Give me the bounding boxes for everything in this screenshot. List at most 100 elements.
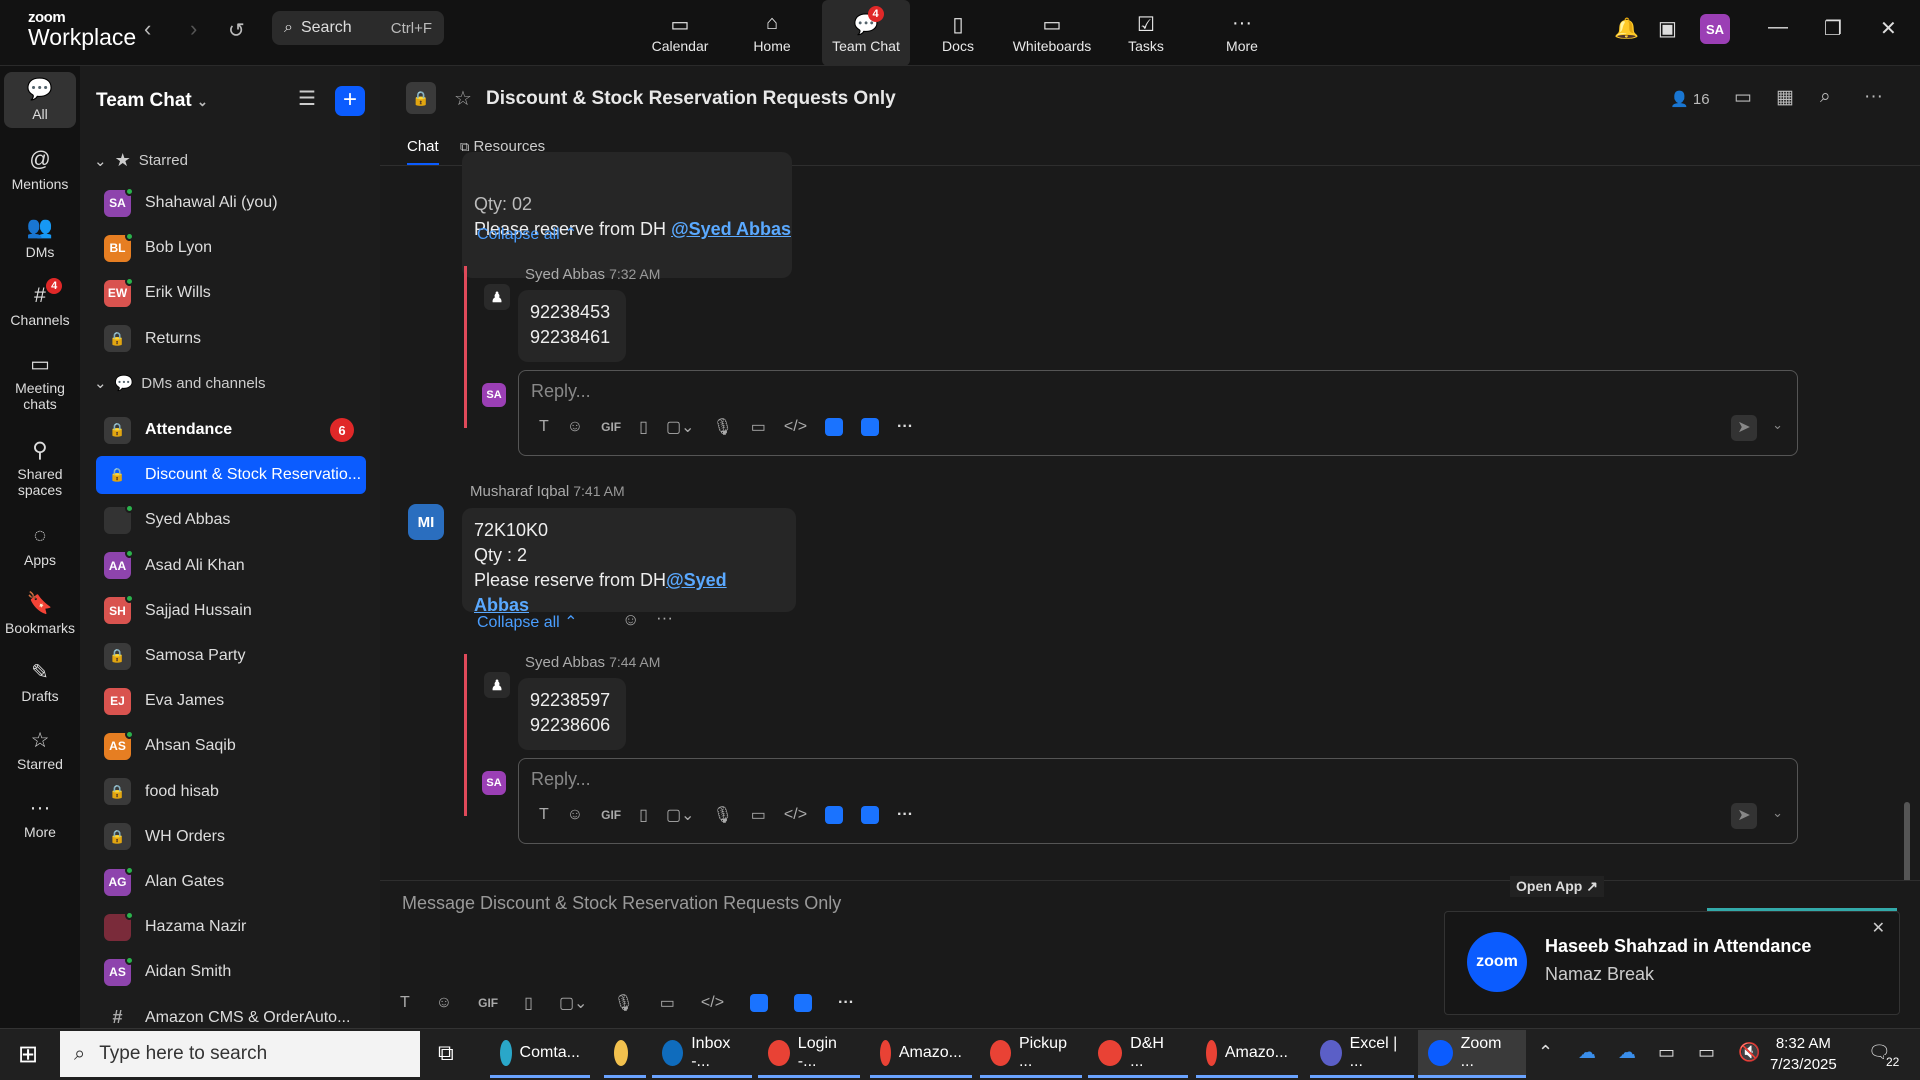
- network-icon[interactable]: ▭: [1698, 1042, 1715, 1063]
- reply-author-avatar[interactable]: ♟: [484, 672, 510, 698]
- bell-icon[interactable]: 🔔: [1614, 16, 1639, 41]
- filter-icon[interactable]: ☰: [298, 86, 316, 111]
- gif-icon[interactable]: GIF: [601, 808, 621, 822]
- more-options-icon[interactable]: ···: [1864, 86, 1883, 108]
- sidebar-item[interactable]: Syed Abbas: [96, 501, 366, 539]
- chevron-down-icon[interactable]: ⌄: [1772, 805, 1783, 821]
- gif-icon[interactable]: GIF: [478, 996, 498, 1010]
- section-starred[interactable]: ⌄ ★ Starred: [94, 150, 188, 171]
- star-icon[interactable]: ☆: [454, 86, 472, 111]
- taskbar-app[interactable]: Zoom ...: [1418, 1030, 1526, 1078]
- author-name[interactable]: Musharaf Iqbal: [470, 483, 569, 500]
- rail-starred[interactable]: ☆ Starred: [4, 728, 76, 772]
- screenshot-icon[interactable]: ▢⌄: [559, 993, 588, 1013]
- send-icon[interactable]: ➤: [1731, 415, 1757, 441]
- taskbar-app[interactable]: Excel | ...: [1310, 1030, 1414, 1078]
- rail-channels[interactable]: #4 Channels: [4, 278, 76, 328]
- nav-tasks[interactable]: ☑ Tasks: [1102, 0, 1190, 66]
- sidebar-item[interactable]: SH Sajjad Hussain: [96, 592, 366, 630]
- rail-shared-spaces[interactable]: ⚲ Shared spaces: [4, 438, 76, 498]
- rail-meeting-chats[interactable]: ▭ Meeting chats: [4, 352, 76, 412]
- search-icon[interactable]: ⌕: [1820, 86, 1831, 108]
- author-name[interactable]: Syed Abbas: [525, 654, 605, 671]
- members-count[interactable]: 👤 16: [1670, 90, 1710, 108]
- nav-whiteboards[interactable]: ▭ Whiteboards: [1008, 0, 1096, 66]
- collapse-all-link[interactable]: Collapse all ⌃: [477, 224, 578, 244]
- emoji-icon[interactable]: ☺: [436, 994, 452, 1012]
- back-arrow-icon[interactable]: ‹: [144, 16, 151, 42]
- rail-mentions[interactable]: @ Mentions: [4, 148, 76, 192]
- nav-home[interactable]: ⌂ Home: [728, 0, 816, 66]
- new-chat-button[interactable]: +: [335, 86, 365, 116]
- channel-title[interactable]: Discount & Stock Reservation Requests On…: [486, 88, 896, 110]
- user-avatar[interactable]: SA: [1700, 14, 1730, 44]
- sidebar-item[interactable]: AA Asad Ali Khan: [96, 547, 366, 585]
- more-icon[interactable]: ···: [838, 994, 854, 1012]
- onedrive-icon[interactable]: ☁: [1618, 1042, 1636, 1063]
- sidebar-title[interactable]: Team Chat ⌄: [96, 90, 208, 112]
- author-name[interactable]: Syed Abbas: [525, 266, 605, 283]
- format-icon[interactable]: T: [400, 994, 410, 1012]
- screenshot-icon[interactable]: ▢⌄: [666, 417, 695, 437]
- format-icon[interactable]: T: [539, 418, 549, 436]
- file-icon[interactable]: ▯: [524, 993, 533, 1013]
- sidebar-item[interactable]: 🔒 WH Orders: [96, 818, 366, 856]
- nav-docs[interactable]: ▯ Docs: [914, 0, 1002, 66]
- more-options-icon[interactable]: ···: [656, 608, 673, 628]
- emoji-icon[interactable]: ☺: [567, 418, 583, 436]
- rail-apps[interactable]: ◌ Apps: [4, 524, 76, 568]
- screenshot-icon[interactable]: ▢⌄: [666, 805, 695, 825]
- mic-icon[interactable]: 🎙: [712, 417, 732, 437]
- onedrive-icon[interactable]: ☁: [1578, 1042, 1596, 1063]
- emoji-icon[interactable]: ☺: [567, 806, 583, 824]
- mic-icon[interactable]: 🎙: [712, 805, 732, 825]
- code-icon[interactable]: </>: [784, 806, 807, 824]
- code-icon[interactable]: </>: [784, 418, 807, 436]
- collapse-all-link[interactable]: Collapse all ⌃: [477, 612, 578, 632]
- sidebar-item[interactable]: 🔒 Returns: [96, 320, 366, 358]
- video-icon[interactable]: ▭: [1734, 86, 1752, 109]
- open-app-link[interactable]: Open App ↗: [1510, 876, 1604, 897]
- reply-input[interactable]: Reply... T ☺ GIF ▯ ▢⌄ 🎙 ▭ </> ··· ➤ ⌄: [518, 758, 1798, 844]
- forward-arrow-icon[interactable]: ›: [190, 16, 197, 42]
- sidebar-item[interactable]: Hazama Nazir: [96, 908, 366, 946]
- nav-calendar[interactable]: ▭ Calendar: [636, 0, 724, 66]
- sidebar-item[interactable]: EW Erik Wills: [96, 274, 366, 312]
- taskbar-app[interactable]: Pickup ...: [980, 1030, 1082, 1078]
- sidebar-item[interactable]: BL Bob Lyon: [96, 229, 366, 267]
- sidebar-item[interactable]: SA Shahawal Ali (you): [96, 184, 366, 222]
- taskbar-app[interactable]: [604, 1030, 646, 1078]
- taskbar-app[interactable]: D&H ...: [1088, 1030, 1188, 1078]
- task-view-icon[interactable]: ⧉: [438, 1040, 454, 1066]
- mic-icon[interactable]: 🎙: [613, 993, 633, 1013]
- rail-more[interactable]: ··· More: [4, 796, 76, 840]
- calendar-status-icon[interactable]: ▣: [1658, 16, 1677, 41]
- history-icon[interactable]: ↺: [228, 18, 245, 43]
- nav-team-chat[interactable]: 💬 4 Team Chat: [822, 0, 910, 66]
- more-icon[interactable]: ···: [897, 806, 913, 824]
- chevron-down-icon[interactable]: ⌄: [1772, 417, 1783, 433]
- windows-start-icon[interactable]: ⊞: [18, 1040, 38, 1069]
- video-clip-icon[interactable]: ▭: [751, 417, 766, 437]
- search-input[interactable]: ⌕ Search Ctrl+F: [272, 11, 444, 45]
- code-icon[interactable]: </>: [701, 994, 724, 1012]
- taskbar-search-input[interactable]: ⌕ Type here to search: [60, 1031, 420, 1077]
- close-icon[interactable]: ✕: [1872, 918, 1885, 938]
- sidebar-item[interactable]: AS Ahsan Saqib: [96, 727, 366, 765]
- app-icon[interactable]: [794, 994, 813, 1012]
- author-avatar[interactable]: MI: [408, 504, 444, 540]
- restore-icon[interactable]: ❐: [1824, 16, 1842, 41]
- sidebar-item[interactable]: AG Alan Gates: [96, 863, 366, 901]
- taskbar-app[interactable]: Login -...: [758, 1030, 860, 1078]
- taskbar-app[interactable]: Inbox -...: [652, 1030, 752, 1078]
- taskbar-clock[interactable]: 8:32 AM 7/23/2025: [1770, 1033, 1837, 1075]
- reply-input[interactable]: Reply... T ☺ GIF ▯ ▢⌄ 🎙 ▭ </> ··· ➤ ⌄: [518, 370, 1798, 456]
- file-icon[interactable]: ▯: [639, 417, 648, 437]
- app-icon[interactable]: [861, 806, 880, 824]
- format-icon[interactable]: T: [539, 806, 549, 824]
- file-icon[interactable]: ▯: [639, 805, 648, 825]
- sidebar-item[interactable]: AS Aidan Smith: [96, 953, 366, 991]
- section-dms-channels[interactable]: ⌄ 💬 DMs and channels: [94, 374, 266, 393]
- chevron-up-icon[interactable]: ⌃: [1538, 1042, 1553, 1063]
- close-icon[interactable]: ✕: [1880, 16, 1897, 41]
